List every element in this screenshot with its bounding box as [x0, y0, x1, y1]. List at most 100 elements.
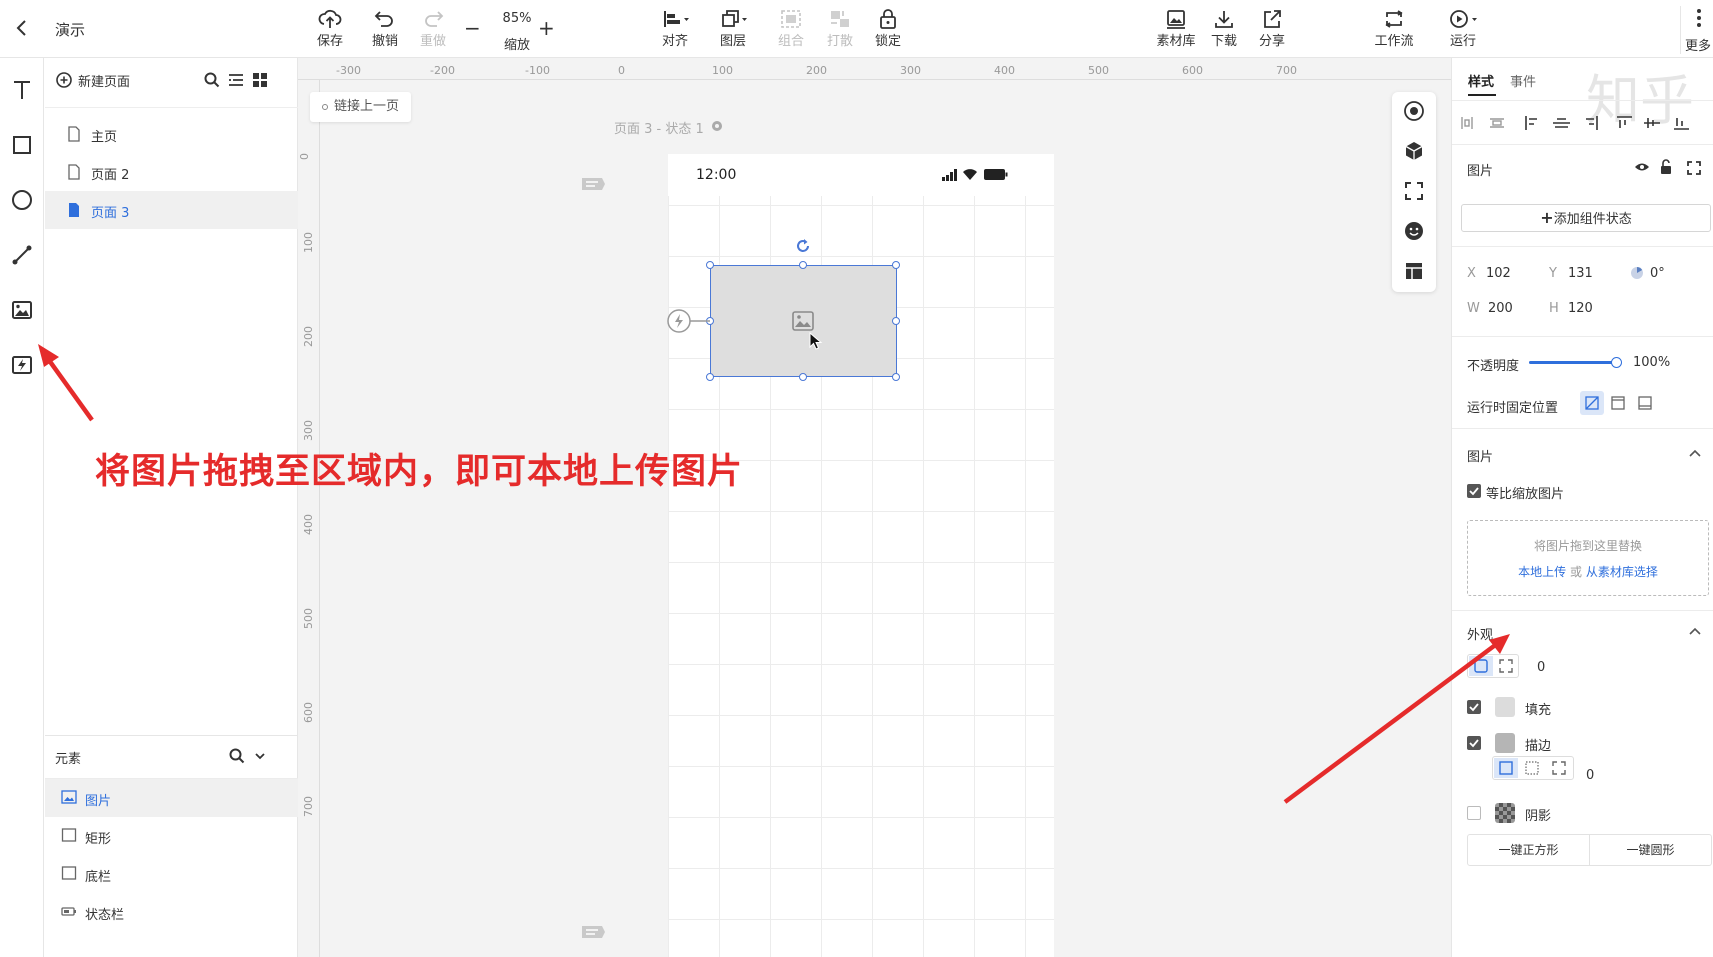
expand-button[interactable]: [1686, 160, 1702, 176]
emoji-button[interactable]: [1403, 220, 1425, 242]
align-button[interactable]: 对齐: [645, 6, 705, 54]
link-previous-page-button[interactable]: 链接上一页: [310, 92, 412, 122]
frame-title[interactable]: 页面 3 - 状态 1: [614, 118, 704, 137]
shadow-checkbox[interactable]: [1467, 806, 1481, 820]
element-item-status-bar[interactable]: 状态栏: [45, 893, 298, 931]
w-input[interactable]: 200: [1488, 301, 1513, 316]
comment-marker[interactable]: [580, 924, 606, 940]
lock-button[interactable]: 锁定: [858, 6, 918, 54]
list-view-button[interactable]: [227, 71, 245, 89]
border-sides-icon[interactable]: [1552, 761, 1566, 775]
fixed-none-button[interactable]: [1580, 391, 1604, 415]
zoom-in-button[interactable]: +: [538, 16, 555, 40]
border-dotted-icon[interactable]: [1525, 761, 1539, 775]
opacity-slider-knob[interactable]: [1611, 357, 1622, 368]
workflow-button[interactable]: 工作流: [1364, 6, 1424, 54]
new-page-button[interactable]: [55, 71, 73, 89]
ellipse-tool[interactable]: [8, 186, 36, 214]
text-tool[interactable]: [8, 76, 36, 104]
search-pages-button[interactable]: [203, 71, 221, 89]
opacity-value[interactable]: 100%: [1633, 355, 1670, 370]
h-input[interactable]: 120: [1568, 301, 1593, 316]
uniform-corner-button[interactable]: [1469, 656, 1493, 676]
target-button[interactable]: [1403, 100, 1425, 122]
page-item-3[interactable]: 页面 3: [45, 191, 298, 229]
save-button[interactable]: 保存: [300, 6, 360, 54]
opacity-slider[interactable]: [1529, 357, 1622, 368]
line-tool[interactable]: [8, 241, 36, 269]
rectangle-tool[interactable]: [8, 131, 36, 159]
fixed-top-button[interactable]: [1611, 396, 1625, 410]
rotate-handle[interactable]: [793, 236, 813, 256]
fit-screen-button[interactable]: [1403, 180, 1425, 202]
element-item-bottom-bar[interactable]: 底栏: [45, 855, 298, 893]
make-circle-button[interactable]: 一键圆形: [1590, 835, 1711, 865]
layer-button[interactable]: 图层: [703, 6, 763, 54]
layout-button[interactable]: [1403, 260, 1425, 282]
corner-radius-input[interactable]: 0: [1537, 660, 1545, 675]
align-distribute-icons[interactable]: [1460, 114, 1710, 132]
x-input[interactable]: 102: [1486, 266, 1511, 281]
resize-handle[interactable]: [799, 261, 807, 269]
pages-panel: 新建页面 主页 页面 2 页面 3: [45, 58, 298, 735]
image-tool[interactable]: [8, 296, 36, 324]
resize-handle[interactable]: [892, 373, 900, 381]
lock-toggle[interactable]: [1659, 159, 1673, 175]
rotation-input[interactable]: 0°: [1650, 266, 1665, 281]
new-page-label[interactable]: 新建页面: [78, 71, 130, 90]
individual-corners-icon[interactable]: [1499, 659, 1513, 673]
redo-icon: [425, 11, 444, 27]
chevron-up-icon[interactable]: [1688, 448, 1702, 458]
from-library-link[interactable]: 从素材库选择: [1586, 565, 1658, 579]
collapse-elements-button[interactable]: [252, 748, 268, 764]
resize-handle[interactable]: [799, 373, 807, 381]
canvas[interactable]: -300 -200 -100 0 100 200 300 400 500 600…: [298, 58, 1451, 957]
tab-events[interactable]: 事件: [1510, 71, 1536, 90]
back-button[interactable]: [14, 18, 30, 38]
page-item-home[interactable]: 主页: [45, 115, 298, 153]
stroke-all-button[interactable]: [1494, 758, 1518, 778]
resize-handle[interactable]: [706, 373, 714, 381]
shadow-color-swatch[interactable]: [1495, 803, 1515, 823]
share-button[interactable]: 分享: [1242, 6, 1302, 54]
interaction-handle[interactable]: [666, 308, 710, 334]
fixed-bottom-button[interactable]: [1638, 396, 1652, 410]
chevron-up-icon[interactable]: [1688, 626, 1702, 636]
y-input[interactable]: 131: [1568, 266, 1593, 281]
visibility-toggle[interactable]: [1634, 160, 1650, 174]
tab-style[interactable]: 样式: [1468, 71, 1494, 90]
resize-handle[interactable]: [892, 317, 900, 325]
align-label: 对齐: [661, 34, 688, 49]
resize-handle[interactable]: [892, 261, 900, 269]
component-button[interactable]: [1403, 140, 1425, 162]
component-tool[interactable]: [8, 351, 36, 379]
image-icon: [792, 311, 814, 331]
resize-handle[interactable]: [706, 261, 714, 269]
grid-view-button[interactable]: [251, 71, 269, 89]
element-item-image[interactable]: 图片: [45, 779, 298, 817]
search-elements-button[interactable]: [228, 747, 246, 765]
stroke-color-swatch[interactable]: [1495, 733, 1515, 753]
redo-button[interactable]: 重做: [403, 6, 463, 54]
project-name[interactable]: 演示: [55, 19, 85, 40]
fill-checkbox[interactable]: [1467, 700, 1481, 714]
stroke-width-input[interactable]: 0: [1586, 768, 1594, 783]
local-upload-link[interactable]: 本地上传: [1518, 565, 1566, 579]
element-item-rectangle[interactable]: 矩形: [45, 817, 298, 855]
stroke-checkbox[interactable]: [1467, 736, 1481, 750]
page-item-2[interactable]: 页面 2: [45, 153, 298, 191]
zoom-value[interactable]: 85%: [492, 11, 542, 26]
more-button[interactable]: 更多: [1680, 6, 1713, 54]
make-square-button[interactable]: 一键正方形: [1468, 835, 1590, 865]
comment-marker[interactable]: [580, 176, 606, 192]
keep-ratio-checkbox[interactable]: [1467, 484, 1481, 498]
image-placeholder[interactable]: [710, 265, 897, 377]
fill-color-swatch[interactable]: [1495, 697, 1515, 717]
chevron-down-icon: [255, 753, 265, 760]
image-drop-zone[interactable]: 将图片拖到这里替换 本地上传 或 从素材库选择: [1467, 520, 1709, 596]
run-button[interactable]: 运行: [1433, 6, 1493, 54]
frame-settings-button[interactable]: [710, 119, 724, 133]
zoom-out-button[interactable]: −: [464, 16, 481, 40]
add-state-button[interactable]: +添加组件状态: [1461, 204, 1711, 232]
expand-icon: [1687, 161, 1701, 175]
